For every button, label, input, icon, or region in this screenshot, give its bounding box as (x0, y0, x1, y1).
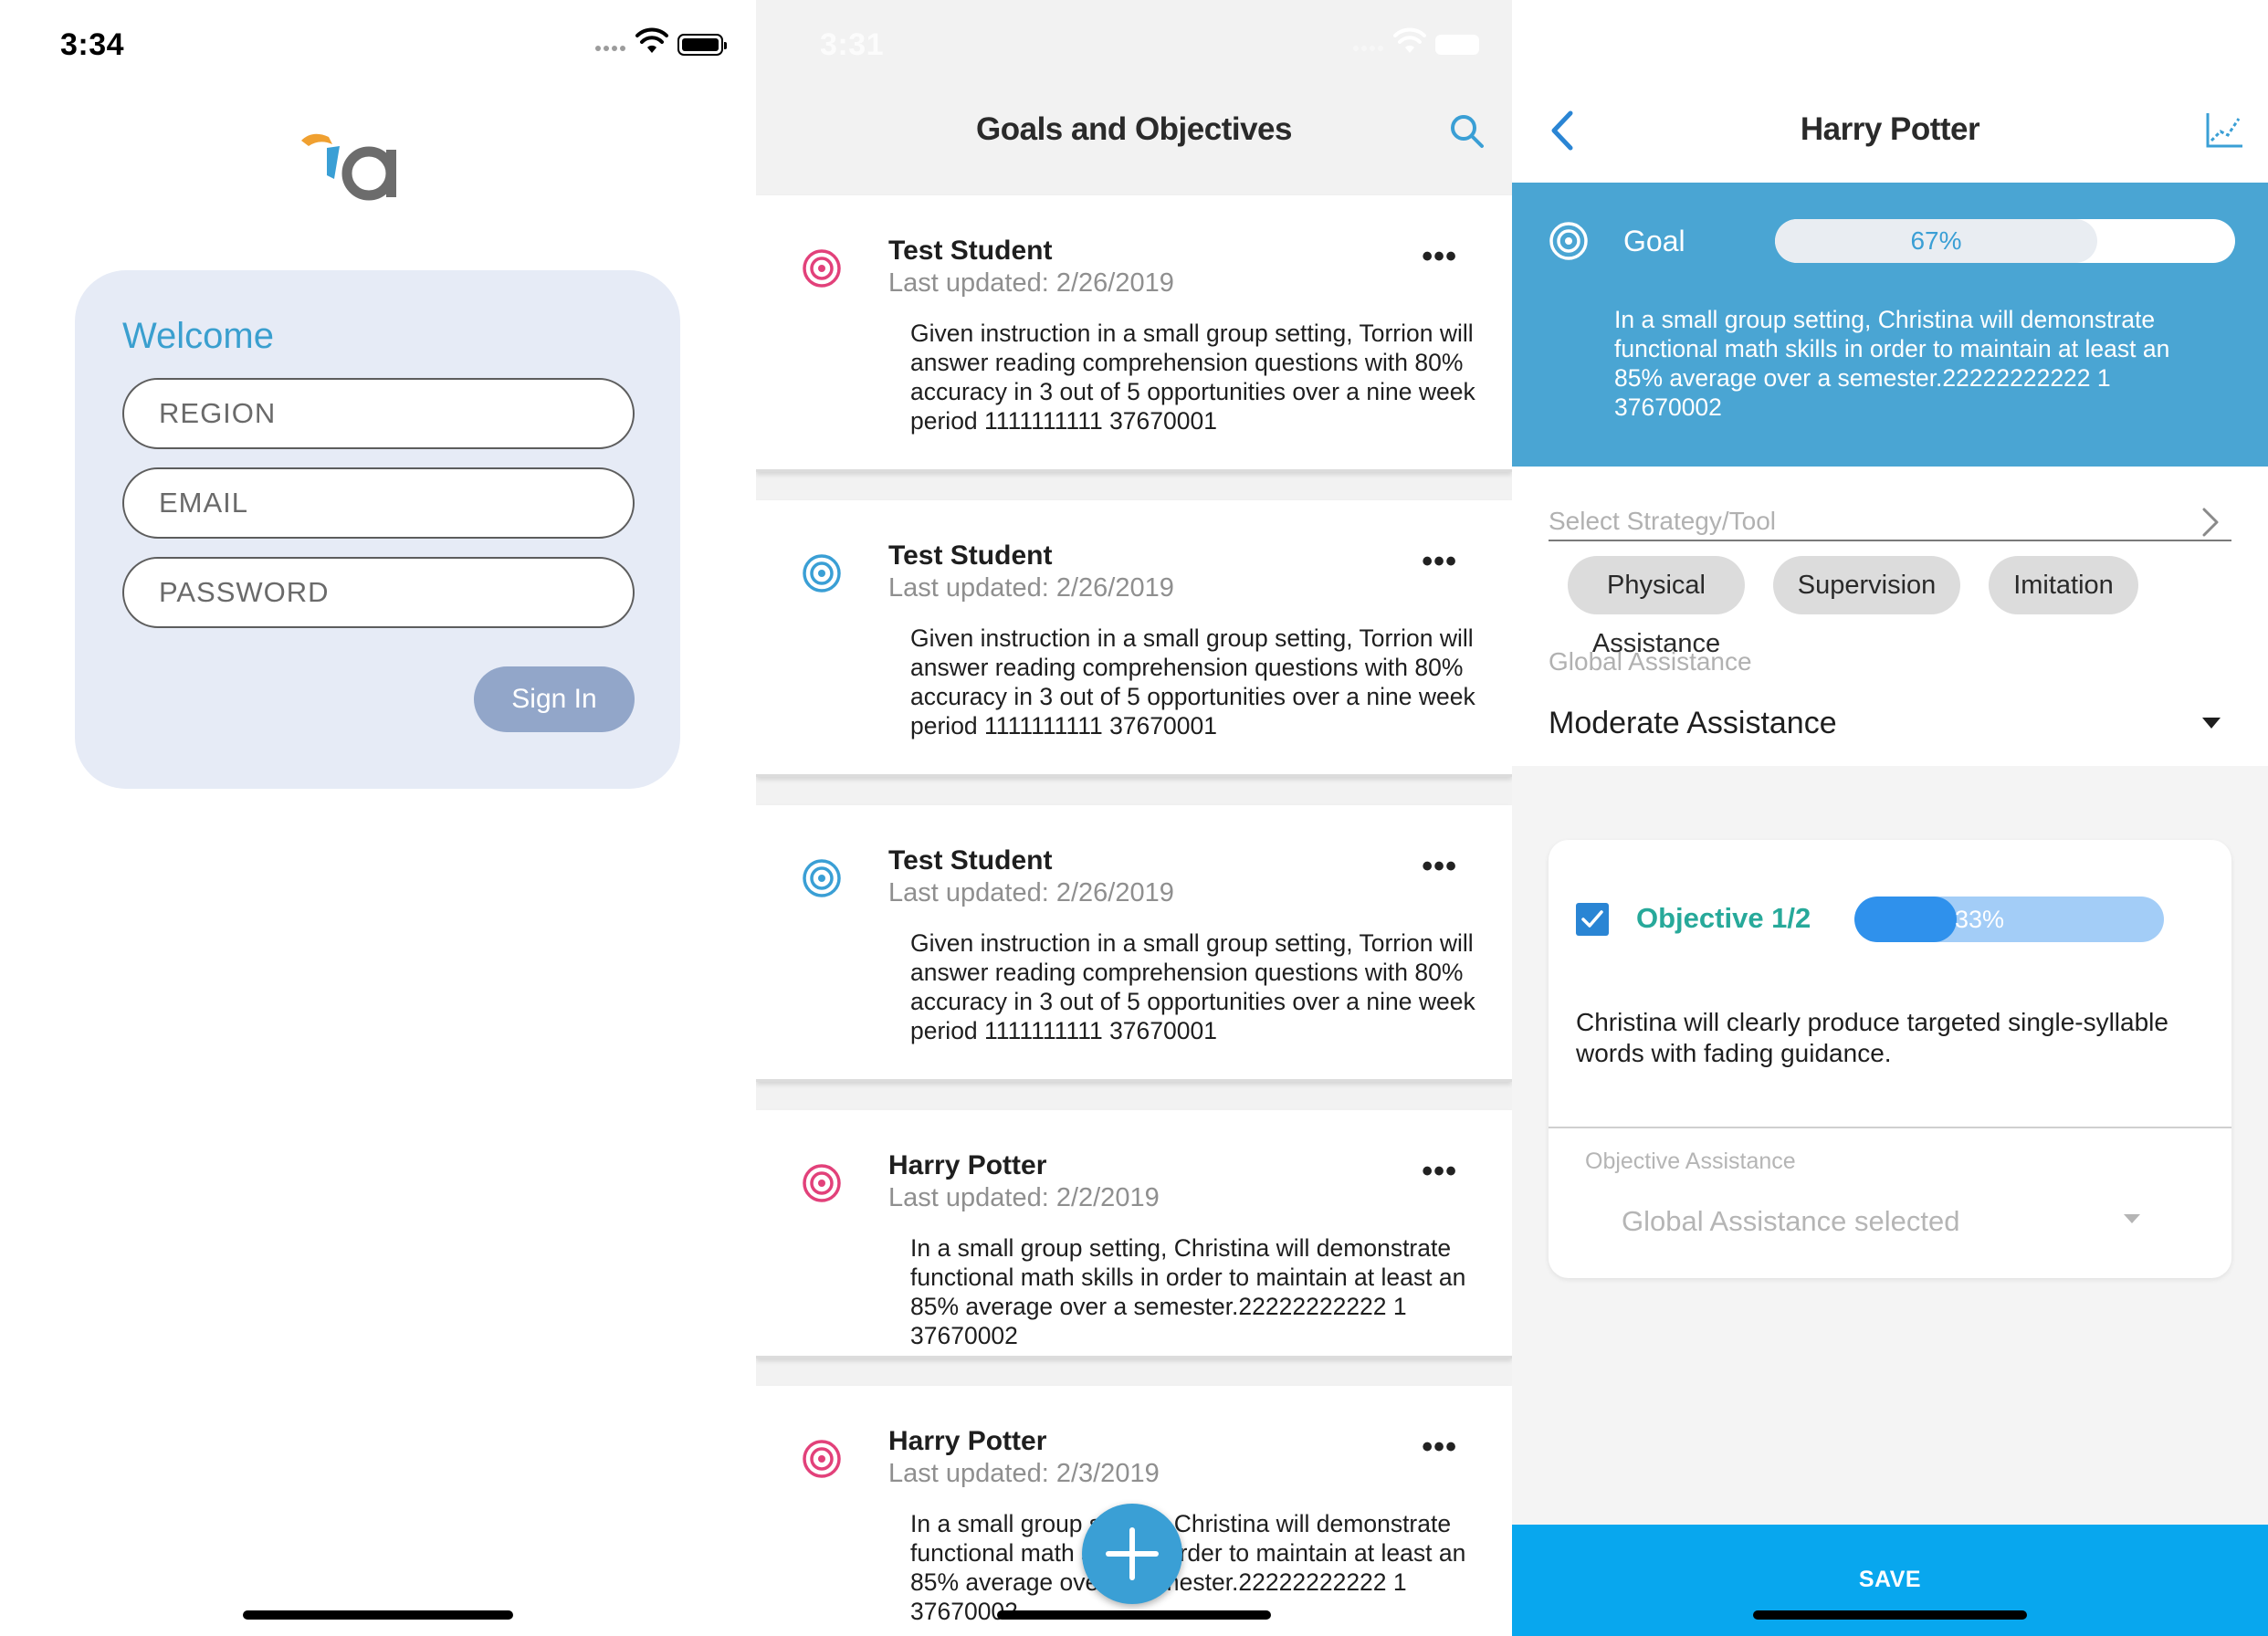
strategy-section: Select Strategy/Tool Physical Assistance… (1512, 467, 2268, 766)
signal-icon (595, 46, 625, 51)
signal-icon (1353, 46, 1383, 51)
page-title: Goals and Objectives (976, 111, 1292, 147)
target-icon (803, 554, 841, 593)
strategy-select[interactable]: Select Strategy/Tool (1549, 507, 1776, 536)
check-icon (1581, 910, 1603, 928)
chip-imitation[interactable]: Imitation (1989, 556, 2138, 614)
search-icon[interactable] (1449, 113, 1486, 150)
chart-icon[interactable] (2204, 110, 2244, 150)
goal-description: Given instruction in a small group setti… (910, 320, 1475, 435)
home-indicator (1753, 1610, 2027, 1620)
goal-description: In a small group setting, Christina will… (910, 1234, 1466, 1349)
more-options-icon[interactable]: ••• (1422, 1154, 1457, 1190)
student-name: Test Student (888, 540, 1053, 571)
page-title: Harry Potter (1800, 111, 1980, 147)
sign-in-button[interactable]: Sign In (474, 666, 635, 732)
login-screen: 3:34 Welcome Sign In (0, 0, 756, 1636)
login-card: Welcome Sign In (75, 270, 680, 789)
welcome-heading: Welcome (122, 316, 274, 356)
more-options-icon[interactable]: ••• (1422, 544, 1457, 580)
last-updated: Last updated: 2/26/2019 (888, 878, 1174, 907)
goal-description: In a small group setting, Christina will… (1614, 306, 2170, 421)
more-options-icon[interactable]: ••• (1422, 849, 1457, 885)
chip-supervision[interactable]: Supervision (1773, 556, 1960, 614)
goal-summary: Goal 67% In a small group setting, Chris… (1512, 183, 2268, 467)
student-name: Harry Potter (888, 1150, 1047, 1180)
region-field[interactable] (122, 378, 635, 449)
goal-description: Given instruction in a small group setti… (910, 624, 1475, 739)
save-label: SAVE (1858, 1567, 1922, 1592)
last-updated: Last updated: 2/26/2019 (888, 268, 1174, 298)
strategy-underline (1549, 540, 2231, 541)
email-field[interactable] (122, 467, 635, 539)
objective-progress-bar: 33% (1854, 897, 2164, 942)
objective-progress-fill (1854, 897, 1957, 942)
dropdown-arrow-icon[interactable] (2124, 1214, 2140, 1223)
objective-checkbox[interactable] (1576, 903, 1609, 936)
objective-description: Christina will clearly produce targeted … (1576, 1008, 2168, 1067)
add-goal-button[interactable] (1082, 1504, 1182, 1604)
student-name: Harry Potter (888, 1426, 1047, 1456)
objective-assistance-label: Objective Assistance (1585, 1148, 1796, 1174)
goal-card[interactable]: Test Student Last updated: 2/26/2019 •••… (756, 500, 1512, 777)
global-assistance-select[interactable]: Moderate Assistance (1549, 706, 1837, 741)
more-options-icon[interactable]: ••• (1422, 239, 1457, 275)
objective-progress-text: 33% (1955, 906, 2005, 933)
objective-title: Objective 1/2 (1636, 902, 1811, 934)
dropdown-arrow-icon[interactable] (2202, 718, 2221, 729)
last-updated: Last updated: 2/2/2019 (888, 1183, 1160, 1212)
goals-list-screen: 3:31 Goals and Objectives Test Student L… (756, 0, 1512, 1636)
battery-icon (1435, 35, 1479, 55)
objective-assistance-select[interactable]: Global Assistance selected (1622, 1205, 1960, 1238)
target-icon (803, 859, 841, 897)
status-time: 3:34 (60, 27, 125, 62)
wifi-icon (1393, 27, 1426, 53)
goal-progress-text: 67% (1910, 226, 1962, 255)
goal-description: In a small group setting, Christina will… (910, 1510, 1466, 1625)
target-icon (803, 249, 841, 288)
goal-card[interactable]: Harry Potter Last updated: 2/2/2019 ••• … (756, 1110, 1512, 1358)
student-name: Test Student (888, 845, 1053, 876)
goal-progress-bar: 67% (1775, 219, 2235, 263)
objective-divider (1549, 1127, 2231, 1128)
battery-icon (677, 34, 727, 56)
last-updated: Last updated: 2/26/2019 (888, 573, 1174, 603)
chevron-right-icon[interactable] (2200, 507, 2221, 538)
goal-card[interactable]: Test Student Last updated: 2/26/2019 •••… (756, 805, 1512, 1082)
target-icon (803, 1164, 841, 1202)
goal-card[interactable]: Test Student Last updated: 2/26/2019 •••… (756, 195, 1512, 472)
detail-header: Harry Potter (1512, 0, 2268, 183)
last-updated: Last updated: 2/3/2019 (888, 1459, 1160, 1488)
target-icon (803, 1440, 841, 1478)
chip-physical-assistance[interactable]: Physical Assistance (1568, 556, 1745, 658)
password-field[interactable] (122, 557, 635, 628)
global-assistance-label: Global Assistance (1549, 647, 1752, 676)
objective-card: Objective 1/2 33% Christina will clearly… (1549, 840, 2231, 1278)
goal-label: Goal (1623, 225, 1685, 257)
student-name: Test Student (888, 236, 1053, 266)
home-indicator (243, 1610, 513, 1620)
home-indicator (997, 1610, 1271, 1620)
more-options-icon[interactable]: ••• (1422, 1430, 1457, 1465)
wifi-icon (635, 27, 668, 53)
target-icon (1549, 222, 1588, 260)
goal-description: Given instruction in a small group setti… (910, 929, 1475, 1044)
app-logo (301, 133, 396, 201)
goal-detail-screen: Harry Potter Goal 67% In a small group s… (1512, 0, 2268, 1636)
goals-header: 3:31 Goals and Objectives (756, 0, 1512, 194)
status-time: 3:31 (820, 27, 885, 62)
